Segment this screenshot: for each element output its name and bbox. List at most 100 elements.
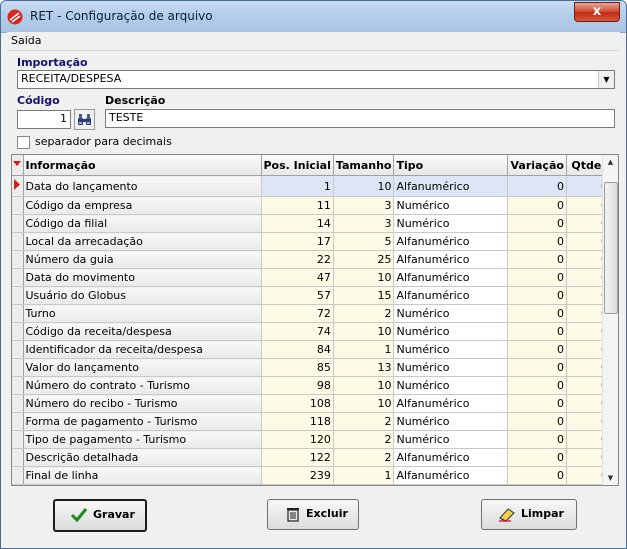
table-row[interactable]: Número do contrato - Turismo 98 10 Numérico… <box>12 376 611 395</box>
cell-tamanho[interactable]: 3 <box>333 214 395 233</box>
cell-informacao[interactable]: Valor do lançamento <box>23 358 262 377</box>
cell-variacao[interactable]: 0 <box>507 340 567 359</box>
cell-tamanho[interactable]: 13 <box>333 358 395 377</box>
table-row[interactable]: Número da guia2225Alfanumérico00 <box>12 250 611 269</box>
cell-informacao[interactable]: Código da receita/despesa <box>23 322 262 341</box>
table-row[interactable]: Usuário do Globus5715Alfanumérico00 <box>12 286 611 305</box>
cell-pos-inicial[interactable]: 17 <box>261 232 334 251</box>
cell-tamanho[interactable]: 2 <box>333 412 395 431</box>
row-indicator[interactable] <box>12 394 24 413</box>
cell-tipo[interactable]: Alfanumérico <box>393 268 509 287</box>
cell-tipo[interactable]: Alfanumérico <box>393 286 509 305</box>
table-row[interactable]: Local da arrecadação175Alfanumérico00 <box>12 232 611 251</box>
excluir-button[interactable]: Excluir <box>267 499 359 530</box>
table-row[interactable]: Código da receita/despesa7410Numérico00 <box>12 322 611 341</box>
scroll-up-icon[interactable]: ▲ <box>603 155 618 169</box>
cell-tipo[interactable]: Numérico <box>393 304 509 323</box>
row-indicator[interactable] <box>12 304 24 323</box>
cell-variacao[interactable]: 0 <box>507 286 567 305</box>
cell-informacao[interactable]: Código da filial <box>23 214 262 233</box>
cell-informacao[interactable]: Número do contrato - Turismo <box>23 376 262 395</box>
cell-pos-inicial[interactable]: 98 <box>261 376 334 395</box>
cell-informacao[interactable]: Local da arrecadação <box>23 232 262 251</box>
cell-variacao[interactable]: 0 <box>507 358 567 377</box>
row-indicator[interactable] <box>12 412 24 431</box>
cell-informacao[interactable]: Número do recibo - Turismo <box>23 394 262 413</box>
cell-tamanho[interactable]: 10 <box>333 268 395 287</box>
cell-tamanho[interactable]: 10 <box>333 175 395 197</box>
cell-variacao[interactable]: 0 <box>507 175 567 197</box>
cell-tamanho[interactable]: 10 <box>333 322 395 341</box>
table-row[interactable]: Turno722Numérico00 <box>12 304 611 323</box>
cell-tipo[interactable]: Alfanumérico <box>393 448 509 467</box>
menu-item-saida[interactable]: Saida <box>11 34 42 47</box>
cell-variacao[interactable]: 0 <box>507 196 567 215</box>
cell-pos-inicial[interactable]: 11 <box>261 196 334 215</box>
grid-vertical-scrollbar[interactable]: ▲ ▼ <box>602 155 618 485</box>
cell-variacao[interactable]: 0 <box>507 412 567 431</box>
chevron-down-icon[interactable]: ▼ <box>598 71 614 88</box>
row-indicator[interactable] <box>12 214 24 233</box>
title-bar[interactable]: RET - Configuração de arquivo x <box>1 1 626 33</box>
separador-checkbox[interactable] <box>17 136 30 149</box>
cell-variacao[interactable]: 0 <box>507 232 567 251</box>
cell-tipo[interactable]: Alfanumérico <box>393 466 509 485</box>
row-indicator[interactable] <box>12 448 24 467</box>
cell-pos-inicial[interactable]: 120 <box>261 430 334 449</box>
cell-tamanho[interactable]: 1 <box>333 466 395 485</box>
cell-tipo[interactable]: Numérico <box>393 430 509 449</box>
cell-tipo[interactable]: Alfanumérico <box>393 394 509 413</box>
scroll-down-icon[interactable]: ▼ <box>603 471 618 485</box>
cell-variacao[interactable]: 0 <box>507 268 567 287</box>
cell-tipo[interactable]: Numérico <box>393 196 509 215</box>
cell-pos-inicial[interactable]: 47 <box>261 268 334 287</box>
cell-informacao[interactable]: Descrição detalhada <box>23 448 262 467</box>
search-codigo-button[interactable] <box>74 109 95 130</box>
cell-pos-inicial[interactable]: 108 <box>261 394 334 413</box>
cell-variacao[interactable]: 0 <box>507 466 567 485</box>
cell-variacao[interactable]: 0 <box>507 448 567 467</box>
row-indicator[interactable] <box>12 196 24 215</box>
table-row[interactable]: Data do movimento4710Alfanumérico00 <box>12 268 611 287</box>
cell-pos-inicial[interactable]: 74 <box>261 322 334 341</box>
cell-pos-inicial[interactable]: 85 <box>261 358 334 377</box>
cell-tipo[interactable]: Numérico <box>393 358 509 377</box>
cell-pos-inicial[interactable]: 14 <box>261 214 334 233</box>
cell-tipo[interactable]: Numérico <box>393 412 509 431</box>
table-row[interactable]: Tipo de pagamento - Turismo 120 2 Numérico 0… <box>12 430 611 449</box>
cell-variacao[interactable]: 0 <box>507 430 567 449</box>
cell-tamanho[interactable]: 3 <box>333 196 395 215</box>
cell-tamanho[interactable]: 10 <box>333 376 395 395</box>
cell-tamanho[interactable]: 10 <box>333 394 395 413</box>
cell-tipo[interactable]: Numérico <box>393 376 509 395</box>
cell-tamanho[interactable]: 2 <box>333 304 395 323</box>
scroll-thumb[interactable] <box>604 182 618 314</box>
cell-informacao[interactable]: Turno <box>23 304 262 323</box>
row-indicator[interactable] <box>12 430 24 449</box>
cell-informacao[interactable]: Data do movimento <box>23 268 262 287</box>
cell-pos-inicial[interactable]: 118 <box>261 412 334 431</box>
row-indicator[interactable] <box>12 322 24 341</box>
cell-pos-inicial[interactable]: 239 <box>261 466 334 485</box>
row-indicator[interactable] <box>12 340 24 359</box>
cell-tipo[interactable]: Alfanumérico <box>393 250 509 269</box>
cell-tipo[interactable]: Alfanumérico <box>393 232 509 251</box>
table-row[interactable]: Descrição detalhada1222Alfanumérico00 <box>12 448 611 467</box>
column-header-tamanho[interactable]: Tamanho <box>333 155 395 176</box>
codigo-field[interactable]: 1 <box>17 110 71 129</box>
cell-variacao[interactable]: 0 <box>507 322 567 341</box>
cell-variacao[interactable]: 0 <box>507 394 567 413</box>
cell-tamanho[interactable]: 2 <box>333 448 395 467</box>
table-row[interactable]: Código da empresa113Numérico00 <box>12 196 611 215</box>
cell-tamanho[interactable]: 2 <box>333 430 395 449</box>
row-indicator[interactable] <box>12 466 24 485</box>
cell-informacao[interactable]: Identificador da receita/despesa <box>23 340 262 359</box>
gravar-button[interactable]: Gravar <box>53 499 147 532</box>
row-indicator[interactable] <box>12 232 24 251</box>
cell-tipo[interactable]: Numérico <box>393 322 509 341</box>
table-row[interactable]: Número do recibo - Turismo 108 10 Alfanumér… <box>12 394 611 413</box>
cell-variacao[interactable]: 0 <box>507 304 567 323</box>
cell-tipo[interactable]: Numérico <box>393 340 509 359</box>
row-indicator[interactable] <box>12 250 24 269</box>
column-header-pos-inicial[interactable]: Pos. Inicial <box>261 155 334 176</box>
